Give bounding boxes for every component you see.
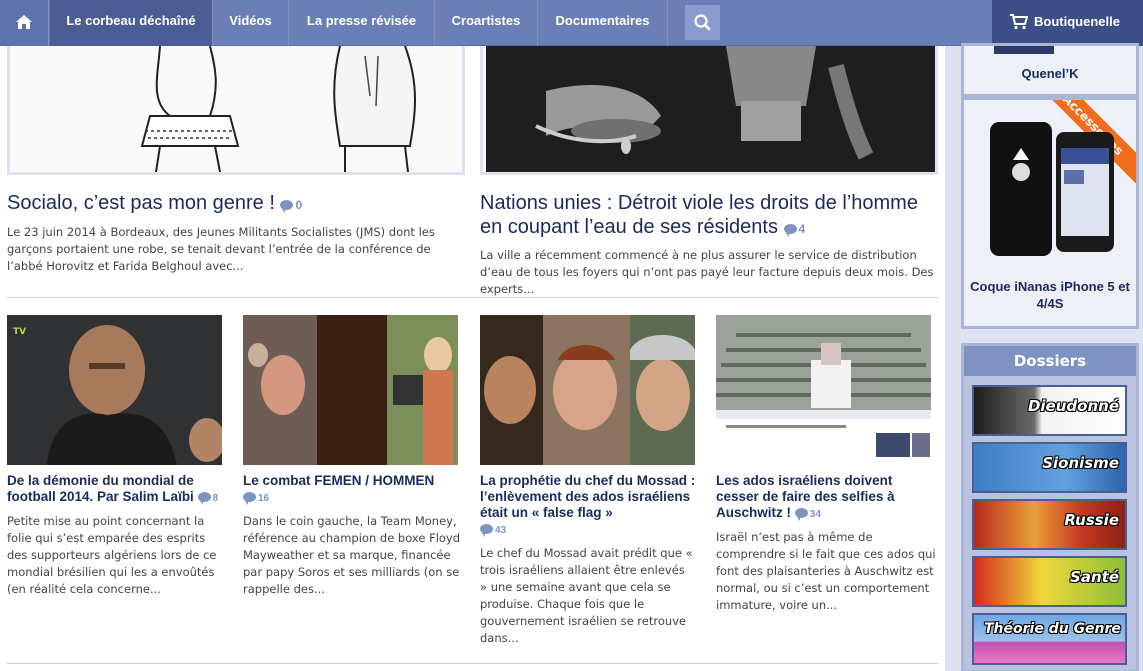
sidebar: Quenel’K Accessoires Coque iNanas iPhone…	[945, 43, 1143, 671]
shop-label: Boutiquenelle	[1034, 14, 1120, 29]
comment-icon	[480, 524, 493, 537]
featured-article-1-excerpt: Le 23 juin 2014 à Bordeaux, des Jeunes M…	[7, 225, 435, 273]
article-3-image[interactable]	[480, 315, 695, 465]
featured-article-2-title[interactable]: Nations unies : Détroit viole les droits…	[480, 191, 940, 241]
comment-count[interactable]: 8	[197, 492, 219, 505]
article-title-text: De la démonie du mondial de football 201…	[7, 473, 194, 504]
comment-count-value: 8	[212, 493, 219, 504]
shop-button[interactable]: Boutiquenelle	[992, 0, 1143, 46]
article-4-title[interactable]: Les ados israéliens doivent cesser de fa…	[716, 473, 931, 523]
comment-icon	[794, 508, 808, 521]
comment-count[interactable]: 43	[480, 524, 507, 537]
nav-item-corbeau[interactable]: Le corbeau déchaîné	[50, 0, 213, 46]
comment-count[interactable]: 4	[783, 222, 806, 237]
divider	[7, 663, 938, 664]
comment-icon	[243, 492, 256, 505]
dossier-dieudonne[interactable]: Dieudonné	[972, 385, 1127, 436]
comment-count-value: 16	[258, 493, 270, 504]
nav-label: Le corbeau déchaîné	[66, 13, 196, 28]
article-2-image[interactable]	[243, 315, 458, 465]
product-image-stub	[994, 46, 1054, 54]
nav-label: La presse révisée	[306, 13, 417, 28]
comment-count[interactable]: 0	[280, 198, 303, 213]
nav-label: Croartistes	[451, 13, 521, 28]
home-icon	[16, 15, 32, 29]
top-nav: Le corbeau déchaîné Vidéos La presse rév…	[0, 0, 1143, 46]
article-2-excerpt: Dans le coin gauche, la Team Money, réfé…	[243, 514, 461, 596]
femen-collage-photo	[243, 315, 458, 465]
three-teens-photo	[480, 315, 695, 465]
faucet-photo	[486, 46, 935, 172]
home-button[interactable]	[0, 0, 49, 46]
auschwitz-selfie-screenshot	[716, 315, 931, 465]
man-portrait-photo	[7, 315, 222, 465]
dossier-label: Russie	[1064, 511, 1119, 529]
featured-image-cartoon[interactable]	[7, 46, 465, 175]
tv-badge: TV	[13, 327, 27, 337]
comment-count-value: 0	[295, 198, 303, 212]
dossier-sionisme[interactable]: Sionisme	[972, 442, 1127, 493]
dossier-label: Sionisme	[1042, 454, 1119, 472]
article-4-image[interactable]	[716, 315, 931, 465]
dossier-sante[interactable]: Santé	[972, 556, 1127, 607]
quenelk-caption: Quenel’K	[1021, 66, 1079, 81]
iphone-case-image	[990, 122, 1114, 256]
dossier-label: Théorie du Genre	[984, 621, 1121, 637]
dossier-label: Dieudonné	[1027, 397, 1119, 415]
nav-item-videos[interactable]: Vidéos	[213, 0, 289, 46]
product-box[interactable]: Accessoires Coque iNanas iPhone 5 et 4/4…	[961, 97, 1139, 329]
article-1-image[interactable]: TV	[7, 315, 222, 465]
search-icon	[694, 14, 711, 31]
nav-label: Documentaires	[555, 13, 650, 28]
article-3-title[interactable]: La prophétie du chef du Mossad : l’enlèv…	[480, 473, 700, 539]
featured-article-2-excerpt: La ville a récemment commencé à ne plus …	[480, 248, 934, 296]
divider	[7, 297, 938, 298]
featured-1-title-text: Socialo, c’est pas mon genre !	[7, 192, 275, 214]
search-button[interactable]	[685, 5, 720, 40]
comment-count-value: 34	[809, 509, 821, 520]
article-2-title[interactable]: Le combat FEMEN / HOMMEN 16	[243, 473, 458, 507]
comment-count-value: 4	[798, 222, 806, 236]
comment-icon	[197, 492, 211, 505]
dossier-russie[interactable]: Russie	[972, 499, 1127, 550]
comment-count[interactable]: 16	[243, 492, 270, 505]
cart-icon	[1010, 14, 1028, 30]
cartoon-illustration	[140, 46, 416, 172]
product-caption: Coque iNanas iPhone 5 et 4/4S	[970, 279, 1130, 311]
comment-icon	[280, 200, 294, 213]
featured-image-faucet[interactable]	[480, 46, 938, 175]
nav-item-croartistes[interactable]: Croartistes	[435, 0, 538, 46]
article-1-title[interactable]: De la démonie du mondial de football 201…	[7, 473, 222, 507]
nav-item-presse[interactable]: La presse révisée	[289, 0, 435, 46]
dossiers-title: Dossiers	[964, 346, 1136, 376]
article-title-text: La prophétie du chef du Mossad : l’enlèv…	[480, 473, 696, 520]
featured-article-1-title[interactable]: Socialo, c’est pas mon genre ! 0	[7, 191, 467, 217]
main-content: Socialo, c’est pas mon genre ! 0 Le 23 j…	[0, 46, 945, 671]
comment-count[interactable]: 34	[794, 508, 821, 521]
article-title-text: Le combat FEMEN / HOMMEN	[243, 473, 435, 488]
article-3-excerpt: Le chef du Mossad avait prédit que « tro…	[480, 546, 693, 645]
nav-item-documentaires[interactable]: Documentaires	[538, 0, 668, 46]
dossier-label: Santé	[1070, 568, 1119, 586]
quenelk-box[interactable]: Quenel’K	[961, 43, 1139, 97]
nav-label: Vidéos	[229, 13, 272, 28]
article-1-excerpt: Petite mise au point concernant la folie…	[7, 514, 217, 596]
dossier-theorie-du-genre[interactable]: Théorie du Genre	[972, 613, 1127, 665]
comment-count-value: 43	[495, 525, 507, 536]
featured-2-title-text: Nations unies : Détroit viole les droits…	[480, 192, 918, 238]
comment-icon	[783, 224, 797, 237]
article-4-excerpt: Israël n’est pas à même de comprendre si…	[716, 530, 936, 612]
